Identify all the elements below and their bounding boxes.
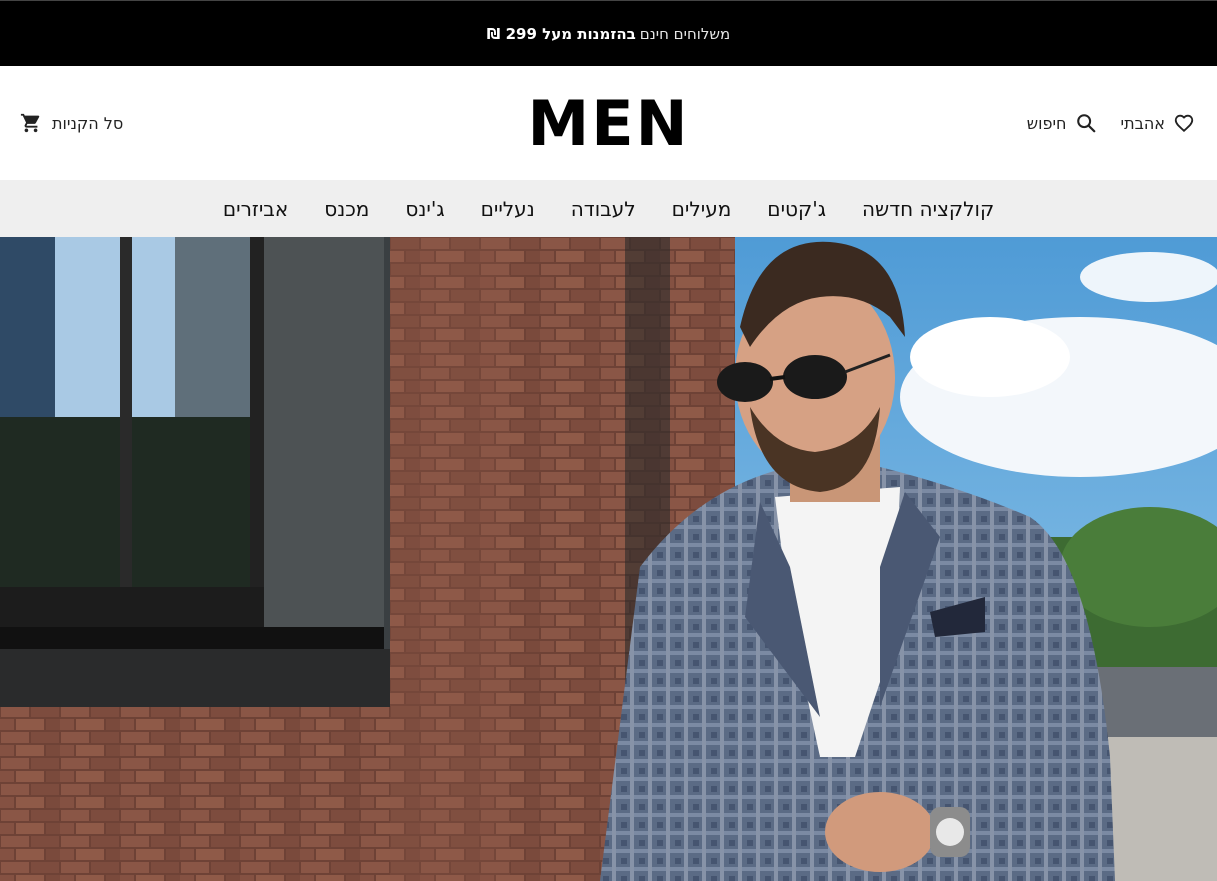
nav-item-accessories[interactable]: אביזרים (223, 197, 288, 221)
cart-label: סל הקניות (52, 113, 124, 133)
hero-image (0, 237, 1217, 881)
nav-item-pants[interactable]: מכנס (324, 197, 369, 221)
favorites-button[interactable]: אהבתי (1121, 112, 1196, 134)
nav-item-coats[interactable]: מעילים (672, 197, 732, 221)
nav-item-shoes[interactable]: נעליים (481, 197, 535, 221)
heart-icon (1173, 112, 1195, 134)
nav-item-new-collection[interactable]: קולקציה חדשה (862, 197, 994, 221)
promo-bar: משלוחים חינם בהזמנות מעל 299 ₪ (0, 0, 1217, 66)
search-button[interactable]: חיפוש (1027, 112, 1097, 134)
nav-item-work[interactable]: לעבודה (571, 197, 636, 221)
promo-text-bold: בהזמנות מעל 299 ₪ (486, 24, 636, 43)
cart-button[interactable]: סל הקניות (20, 66, 123, 180)
nav-item-jackets[interactable]: ג'קטים (767, 197, 826, 221)
hero-banner[interactable] (0, 237, 1217, 881)
nav-item-jeans[interactable]: ג'ינס (405, 197, 444, 221)
promo-text-light: משלוחים חינם (639, 24, 731, 43)
favorites-label: אהבתי (1120, 113, 1166, 133)
search-icon (1075, 112, 1097, 134)
header: MEN סל הקניות חיפוש אהבתי (0, 66, 1217, 180)
header-actions: חיפוש אהבתי (1027, 66, 1195, 180)
cart-icon (20, 112, 42, 134)
main-nav: קולקציה חדשה ג'קטים מעילים לעבודה נעליים… (0, 180, 1217, 237)
search-label: חיפוש (1026, 113, 1067, 133)
